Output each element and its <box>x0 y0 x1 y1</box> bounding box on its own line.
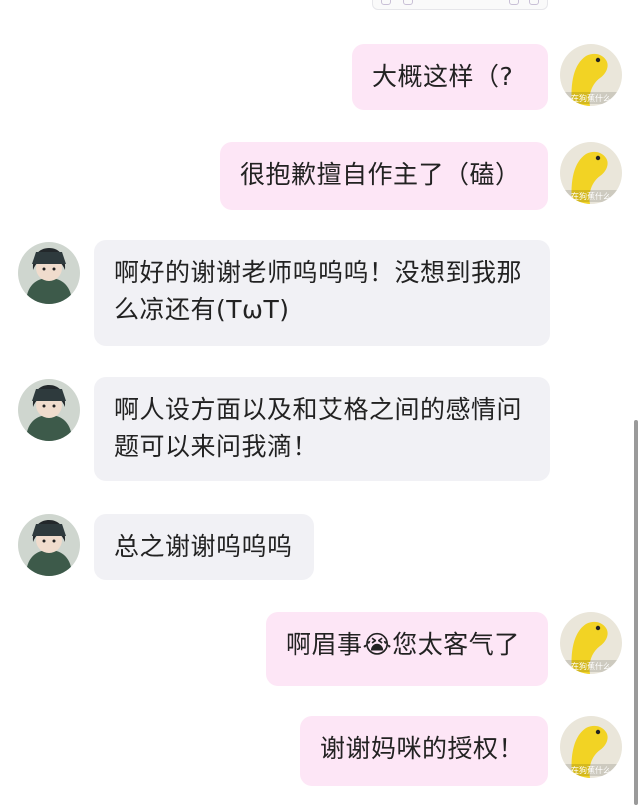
banana-avatar-icon[interactable]: 在狗蕉什么 <box>560 142 622 204</box>
anime-character-avatar-icon[interactable] <box>18 379 80 441</box>
avatar-watermark: 在狗蕉什么 <box>571 661 611 671</box>
anime-character-avatar-icon[interactable] <box>18 242 80 304</box>
outgoing-message-bubble[interactable]: 谢谢妈咪的授权！ <box>300 716 548 786</box>
anime-character-avatar-icon[interactable] <box>18 514 80 576</box>
incoming-message-bubble[interactable]: 啊好的谢谢老师呜呜呜！没想到我那么凉还有(TωT) <box>94 240 550 346</box>
banana-avatar-icon[interactable]: 在狗蕉什么 <box>560 716 622 778</box>
scrollbar[interactable] <box>634 420 638 805</box>
banana-avatar-icon[interactable]: 在狗蕉什么 <box>560 612 622 674</box>
outgoing-message-bubble[interactable]: 很抱歉擅自作主了（磕） <box>220 142 548 210</box>
outgoing-message-bubble[interactable]: 大概这样（? <box>352 44 548 110</box>
outgoing-message-bubble[interactable]: 啊眉事😭您太客气了 <box>266 612 548 686</box>
avatar-watermark: 在狗蕉什么 <box>571 765 611 775</box>
avatar-watermark: 在狗蕉什么 <box>571 93 611 103</box>
incoming-message-bubble[interactable]: 总之谢谢呜呜呜 <box>94 514 314 580</box>
avatar-watermark: 在狗蕉什么 <box>571 191 611 201</box>
chat-message-list[interactable]: 大概这样（? 在狗蕉什么 很抱歉擅自作主了（磕） 在狗蕉什么 啊好的谢谢老师呜呜… <box>0 0 640 810</box>
incoming-message-bubble[interactable]: 啊人设方面以及和艾格之间的感情问题可以来问我滴！ <box>94 377 550 481</box>
banana-avatar-icon[interactable]: 在狗蕉什么 <box>560 44 622 106</box>
